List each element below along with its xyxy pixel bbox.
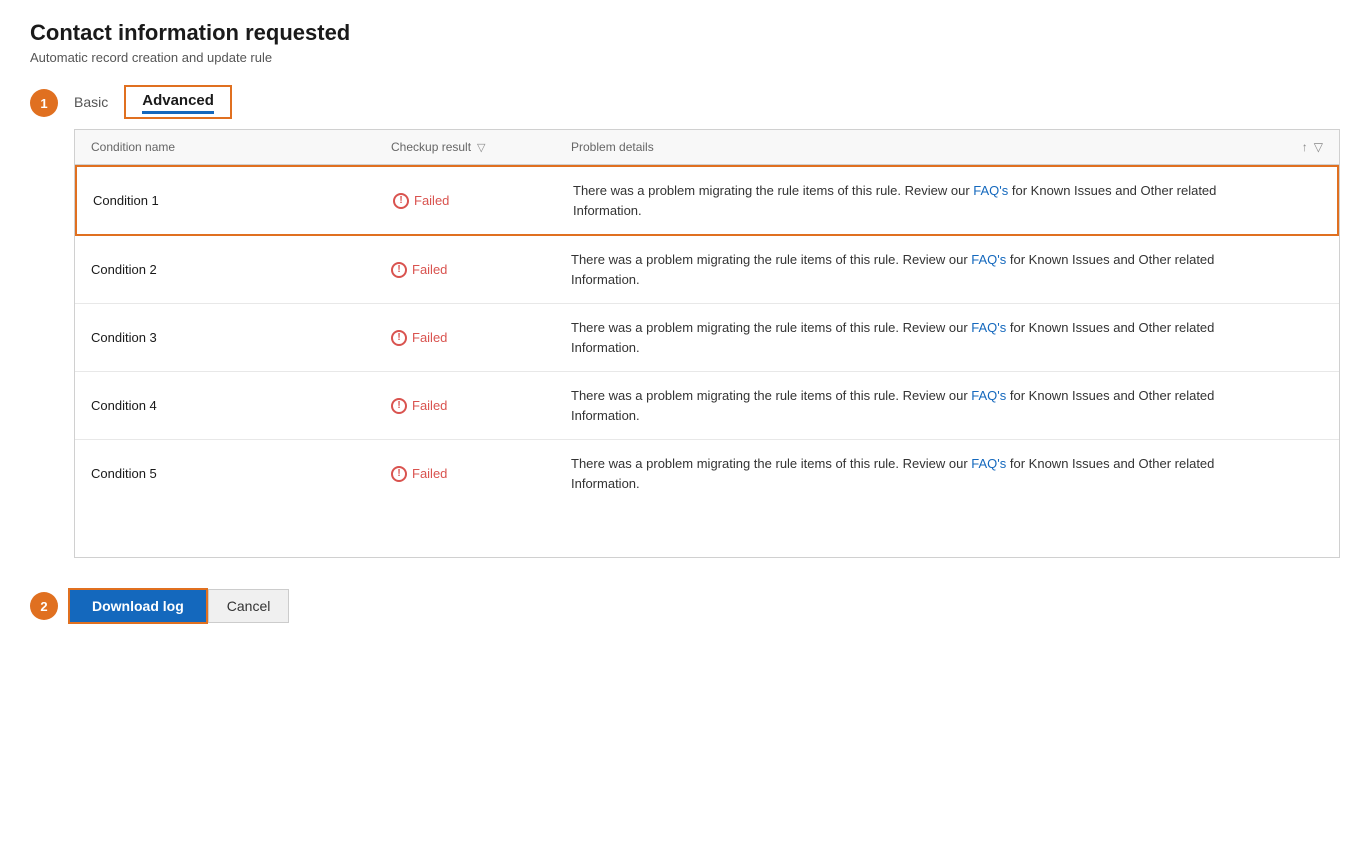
step-1-badge: 1	[30, 89, 58, 117]
status-failed-4: ! Failed	[391, 398, 571, 414]
step-2-badge: 2	[30, 592, 58, 620]
table-header: Condition name Checkup result ▽ Problem …	[75, 130, 1339, 165]
tabs-row: Basic Advanced	[74, 85, 1340, 119]
col-condition-name: Condition name	[91, 140, 391, 154]
faq-link-4[interactable]: FAQ's	[971, 388, 1006, 403]
problem-details-3: There was a problem migrating the rule i…	[571, 318, 1263, 357]
page-subtitle: Automatic record creation and update rul…	[30, 50, 1340, 65]
sort-icon[interactable]: ↑	[1302, 140, 1308, 154]
tabs-and-table: Basic Advanced Condition name Checkup re…	[74, 85, 1340, 558]
condition-name-3: Condition 3	[91, 330, 391, 345]
download-log-button[interactable]: Download log	[68, 588, 208, 624]
tab-advanced-underline	[142, 111, 214, 114]
cancel-button[interactable]: Cancel	[208, 589, 290, 623]
status-failed-2: ! Failed	[391, 262, 571, 278]
condition-name-2: Condition 2	[91, 262, 391, 277]
filter-icon-right[interactable]: ▽	[1314, 140, 1323, 154]
table-row: Condition 4 ! Failed There was a problem…	[75, 372, 1339, 440]
failed-icon-3: !	[391, 330, 407, 346]
faq-link-5[interactable]: FAQ's	[971, 456, 1006, 471]
condition-name-5: Condition 5	[91, 466, 391, 481]
empty-row	[75, 507, 1339, 557]
failed-icon-5: !	[391, 466, 407, 482]
condition-name-4: Condition 4	[91, 398, 391, 413]
faq-link-1[interactable]: FAQ's	[973, 183, 1008, 198]
col-sort-filter: ↑ ▽	[1263, 140, 1323, 154]
table-row: Condition 3 ! Failed There was a problem…	[75, 304, 1339, 372]
failed-icon-2: !	[391, 262, 407, 278]
failed-icon-4: !	[391, 398, 407, 414]
checkup-filter-icon[interactable]: ▽	[477, 141, 485, 154]
page-title: Contact information requested	[30, 20, 1340, 46]
problem-details-1: There was a problem migrating the rule i…	[573, 181, 1261, 220]
top-area: 1 Basic Advanced Condition name Checkup …	[30, 85, 1340, 558]
faq-link-2[interactable]: FAQ's	[971, 252, 1006, 267]
failed-icon-1: !	[393, 193, 409, 209]
tab-basic[interactable]: Basic	[74, 86, 124, 118]
col-problem-details: Problem details	[571, 140, 1263, 154]
col-checkup-result: Checkup result ▽	[391, 140, 571, 154]
bottom-section: 2 Download log Cancel	[30, 588, 1340, 624]
tab-advanced[interactable]: Advanced	[124, 85, 232, 119]
condition-name-1: Condition 1	[93, 193, 393, 208]
status-failed-5: ! Failed	[391, 466, 571, 482]
conditions-table: Condition name Checkup result ▽ Problem …	[74, 129, 1340, 558]
table-row: Condition 5 ! Failed There was a problem…	[75, 440, 1339, 507]
problem-details-2: There was a problem migrating the rule i…	[571, 250, 1263, 289]
tab-advanced-label: Advanced	[142, 92, 214, 109]
status-failed-1: ! Failed	[393, 193, 573, 209]
problem-details-5: There was a problem migrating the rule i…	[571, 454, 1263, 493]
faq-link-3[interactable]: FAQ's	[971, 320, 1006, 335]
problem-details-4: There was a problem migrating the rule i…	[571, 386, 1263, 425]
status-failed-3: ! Failed	[391, 330, 571, 346]
table-row: Condition 2 ! Failed There was a problem…	[75, 236, 1339, 304]
table-row: Condition 1 ! Failed There was a problem…	[75, 165, 1339, 236]
